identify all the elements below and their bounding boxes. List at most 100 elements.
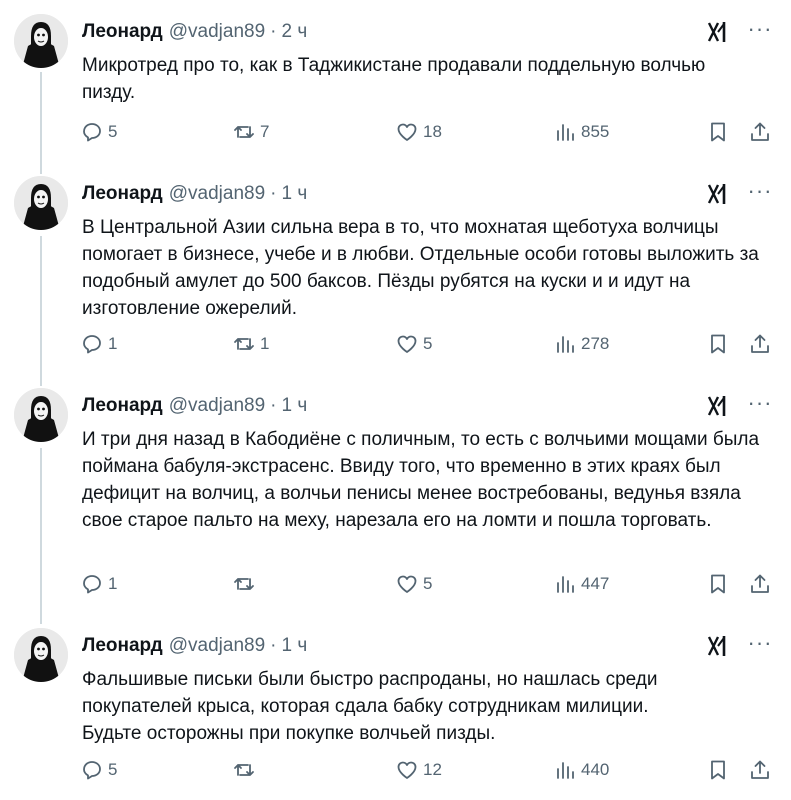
reply-button[interactable]: 5 (80, 756, 117, 784)
timestamp[interactable]: 2 ч (282, 21, 308, 43)
bookmark-button[interactable] (706, 570, 734, 598)
like-count: 12 (423, 760, 442, 779)
like-icon (397, 761, 417, 779)
reply-button[interactable]: 1 (80, 570, 117, 598)
like-button[interactable]: 5 (395, 330, 432, 358)
views-button[interactable]: 447 (553, 570, 609, 598)
more-icon[interactable]: ··· (745, 180, 775, 208)
reply-count: 1 (108, 334, 118, 353)
timestamp[interactable]: 1 ч (282, 395, 308, 417)
views-button[interactable]: 440 (553, 756, 609, 784)
reply-count: 1 (108, 574, 118, 593)
tweet-text: И три дня назад в Кабодиёне с поличным, … (82, 429, 760, 531)
bookmark-icon (711, 760, 725, 780)
author-handle[interactable]: @vadjan89 (169, 183, 265, 205)
share-icon (751, 122, 769, 141)
author-name[interactable]: Леонард (82, 21, 163, 43)
like-count: 5 (423, 334, 433, 353)
tweet-text: Микротред про то, как в Таджикистане про… (82, 55, 706, 103)
author-handle[interactable]: @vadjan89 (169, 395, 265, 417)
share-button[interactable] (748, 570, 776, 598)
grok-icon[interactable] (705, 18, 735, 46)
bookmark-button[interactable] (706, 756, 734, 784)
retweet-button[interactable] (232, 570, 260, 598)
author-name[interactable]: Леонард (82, 183, 163, 205)
views-count: 855 (581, 122, 610, 141)
views-count: 278 (581, 334, 610, 353)
views-icon (557, 124, 574, 141)
bookmark-button[interactable] (706, 118, 734, 146)
tweet[interactable]: Леонард @vadjan89 · 1 ч ··· Фальшивые пи… (0, 628, 791, 798)
tweet[interactable]: Леонард @vadjan89 · 1 ч ··· В Центрально… (0, 176, 791, 376)
more-icon[interactable]: ··· (745, 18, 775, 46)
like-button[interactable]: 5 (395, 570, 432, 598)
tweet-header: Леонард @vadjan89 · 1 ч (82, 180, 307, 208)
action-bar: 5 7 18 855 (80, 118, 780, 146)
views-count: 440 (581, 760, 610, 779)
author-name[interactable]: Леонард (82, 395, 163, 417)
retweet-icon (234, 338, 254, 350)
retweet-count: 7 (260, 122, 270, 141)
like-icon (397, 335, 417, 353)
views-icon (557, 576, 574, 593)
reply-button[interactable]: 1 (80, 330, 117, 358)
bookmark-icon (711, 122, 725, 142)
reply-count: 5 (108, 760, 118, 779)
like-button[interactable]: 12 (395, 756, 442, 784)
like-count: 5 (423, 574, 433, 593)
avatar[interactable] (14, 388, 68, 442)
reply-icon (83, 335, 101, 354)
like-icon (397, 575, 417, 593)
grok-icon[interactable] (705, 632, 735, 660)
separator-dot: · (270, 21, 277, 42)
share-icon (751, 760, 769, 779)
views-button[interactable]: 855 (553, 118, 609, 146)
tweet-text: Фальшивые письки были быстро распроданы,… (82, 669, 658, 744)
avatar[interactable] (14, 14, 68, 68)
retweet-icon (234, 126, 254, 138)
views-icon (557, 762, 574, 779)
retweet-count: 1 (260, 334, 270, 353)
more-icon[interactable]: ··· (745, 392, 775, 420)
action-bar: 1 5 447 (80, 570, 780, 598)
separator-dot: · (270, 183, 277, 204)
views-count: 447 (581, 574, 610, 593)
reply-count: 5 (108, 122, 118, 141)
like-count: 18 (423, 122, 442, 141)
author-name[interactable]: Леонард (82, 635, 163, 657)
tweet-header: Леонард @vadjan89 · 1 ч (82, 392, 307, 420)
author-handle[interactable]: @vadjan89 (169, 635, 265, 657)
bookmark-button[interactable] (706, 330, 734, 358)
grok-icon[interactable] (705, 180, 735, 208)
like-button[interactable]: 18 (395, 118, 442, 146)
reply-icon (83, 123, 101, 142)
tweet-header: Леонард @vadjan89 · 1 ч (82, 632, 307, 660)
avatar[interactable] (14, 628, 68, 682)
tweet[interactable]: Леонард @vadjan89 · 2 ч ··· Микротред пр… (0, 14, 791, 164)
avatar[interactable] (14, 176, 68, 230)
retweet-button[interactable]: 1 (232, 330, 269, 358)
retweet-button[interactable] (232, 756, 260, 784)
views-icon (557, 336, 574, 353)
tweet-text: В Центральной Азии сильна вера в то, что… (82, 217, 759, 319)
timestamp[interactable]: 1 ч (282, 635, 308, 657)
bookmark-icon (711, 574, 725, 594)
share-icon (751, 334, 769, 353)
share-button[interactable] (748, 118, 776, 146)
retweet-icon (234, 764, 254, 776)
reply-button[interactable]: 5 (80, 118, 117, 146)
views-button[interactable]: 278 (553, 330, 609, 358)
retweet-button[interactable]: 7 (232, 118, 269, 146)
grok-icon[interactable] (705, 392, 735, 420)
action-bar: 1 1 5 278 (80, 330, 780, 358)
retweet-icon (234, 578, 254, 590)
tweet[interactable]: Леонард @vadjan89 · 1 ч ··· И три дня на… (0, 388, 791, 616)
share-button[interactable] (748, 330, 776, 358)
separator-dot: · (270, 395, 277, 416)
timestamp[interactable]: 1 ч (282, 183, 308, 205)
author-handle[interactable]: @vadjan89 (169, 21, 265, 43)
like-icon (397, 123, 417, 141)
share-button[interactable] (748, 756, 776, 784)
more-icon[interactable]: ··· (745, 632, 775, 660)
separator-dot: · (270, 635, 277, 656)
